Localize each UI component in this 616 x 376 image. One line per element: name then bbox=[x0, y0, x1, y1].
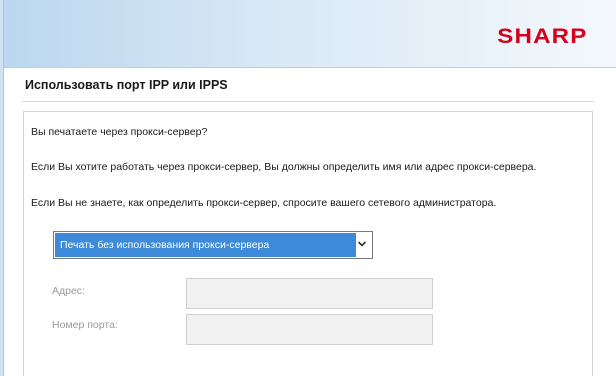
port-number-label: Номер порта: bbox=[52, 319, 118, 331]
address-input[interactable] bbox=[186, 278, 433, 309]
proxy-mode-dropdown[interactable]: Печать без использования прокси-сервера bbox=[53, 231, 373, 259]
proxy-question-text: Вы печатаете через прокси-сервер? bbox=[31, 126, 208, 138]
page-title: Использовать порт IPP или IPPS bbox=[25, 78, 228, 92]
port-number-input[interactable] bbox=[186, 314, 433, 345]
title-divider bbox=[22, 101, 594, 102]
chevron-down-icon[interactable] bbox=[355, 237, 369, 251]
proxy-mode-selected-value: Печать без использования прокси-сервера bbox=[55, 233, 356, 257]
header-banner: SHARP bbox=[4, 0, 616, 68]
right-edge bbox=[607, 68, 616, 376]
proxy-info-text: Если Вы хотите работать через прокси-сер… bbox=[31, 161, 537, 173]
brand-logo: SHARP bbox=[497, 25, 588, 48]
admin-info-text: Если Вы не знаете, как определить прокси… bbox=[31, 197, 497, 209]
installer-window: SHARP Использовать порт IPP или IPPS Вы … bbox=[0, 0, 616, 376]
address-label: Адрес: bbox=[52, 285, 85, 297]
